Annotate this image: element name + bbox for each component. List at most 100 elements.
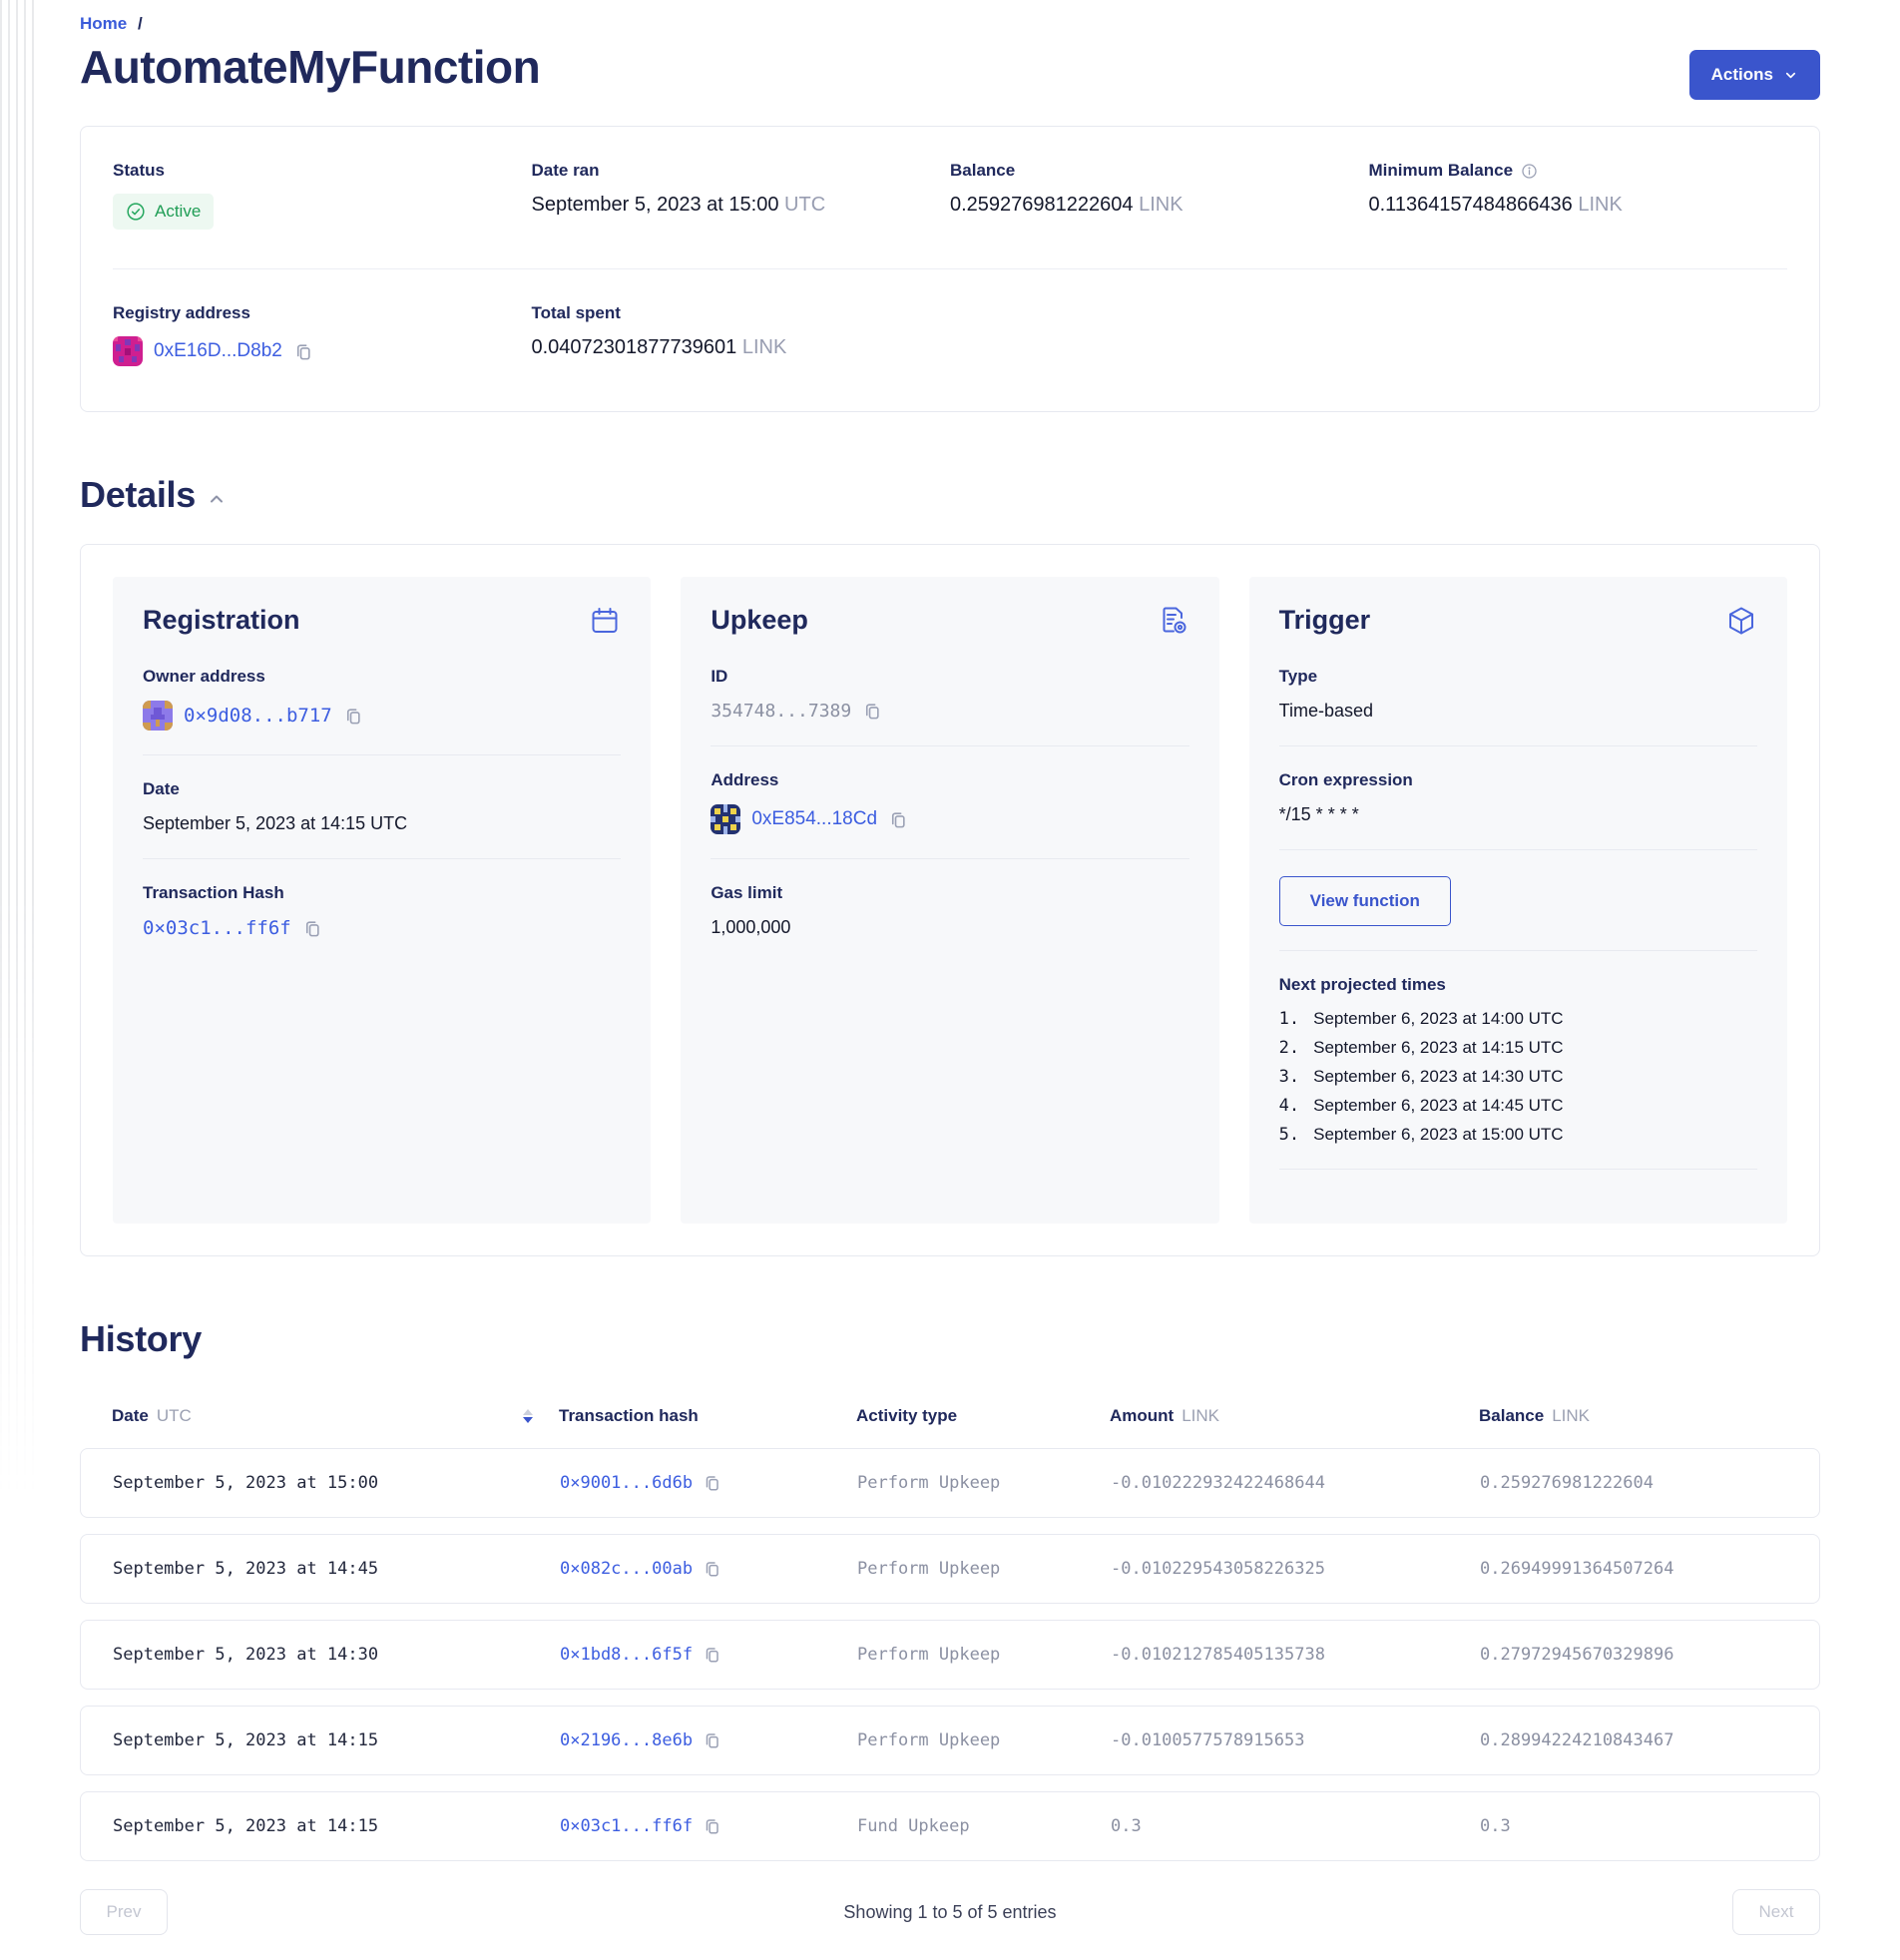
list-item-text: September 6, 2023 at 14:00 UTC: [1313, 1009, 1563, 1029]
list-item-number: 1.: [1279, 1009, 1299, 1029]
transaction-hash-link[interactable]: 0×03c1...ff6f: [143, 917, 291, 939]
row-amount: 0.3: [1111, 1816, 1480, 1836]
copy-icon[interactable]: [703, 1817, 720, 1835]
min-balance-field: Minimum Balance 0.11364157484866436 LINK: [1369, 161, 1788, 239]
history-table-header: Date UTC Transaction hash Activity type …: [80, 1406, 1820, 1426]
next-times-label: Next projected times: [1279, 975, 1757, 995]
row-balance: 0.259276981222604: [1480, 1473, 1787, 1493]
row-hash-link[interactable]: 0×03c1...ff6f: [560, 1816, 693, 1836]
details-container: Registration Owner address 0×9d08...b717: [80, 544, 1820, 1256]
registry-address-link[interactable]: 0xE16D...D8b2: [154, 340, 282, 362]
min-balance-suffix: LINK: [1578, 194, 1622, 216]
breadcrumb-home-link[interactable]: Home: [80, 14, 127, 33]
cron-label: Cron expression: [1279, 770, 1757, 790]
min-balance-value: 0.11364157484866436 LINK: [1369, 194, 1788, 217]
row-hash-link[interactable]: 0×082c...00ab: [560, 1559, 693, 1579]
details-heading: Details: [80, 474, 196, 516]
list-item: 1. September 6, 2023 at 14:00 UTC: [1279, 1009, 1757, 1029]
row-balance: 0.27972945670329896: [1480, 1645, 1787, 1665]
copy-icon[interactable]: [703, 1560, 720, 1578]
table-row: September 5, 2023 at 15:00 0×9001...6d6b…: [80, 1448, 1820, 1518]
trigger-type-group: Type Time-based: [1279, 667, 1757, 722]
table-row: September 5, 2023 at 14:45 0×082c...00ab…: [80, 1534, 1820, 1604]
row-date: September 5, 2023 at 14:30: [113, 1645, 560, 1665]
list-item-number: 5.: [1279, 1125, 1299, 1145]
copy-icon[interactable]: [888, 810, 907, 829]
owner-address-link[interactable]: 0×9d08...b717: [184, 705, 332, 727]
date-ran-value: September 5, 2023 at 15:00 UTC: [532, 194, 951, 217]
details-section-head: Details: [80, 474, 1820, 516]
status-label: Status: [113, 161, 532, 181]
col-amount-label: Amount: [1110, 1406, 1174, 1426]
main-content: Home / AutomateMyFunction Actions Status…: [0, 0, 1900, 1959]
row-balance: 0.3: [1480, 1816, 1787, 1836]
prev-button[interactable]: Prev: [80, 1889, 168, 1935]
row-date: September 5, 2023 at 14:15: [113, 1730, 560, 1750]
registration-date-label: Date: [143, 779, 621, 799]
copy-icon[interactable]: [703, 1474, 720, 1492]
list-item-text: September 6, 2023 at 14:30 UTC: [1313, 1067, 1563, 1087]
view-function-button[interactable]: View function: [1279, 876, 1451, 926]
col-date: Date UTC: [112, 1406, 559, 1426]
next-button[interactable]: Next: [1732, 1889, 1820, 1935]
gas-limit-label: Gas limit: [711, 883, 1188, 903]
upkeep-id-value: 354748...7389: [711, 701, 851, 722]
breadcrumb: Home /: [80, 14, 1820, 34]
cron-value: */15 * * * *: [1279, 804, 1757, 825]
date-ran-suffix: UTC: [784, 194, 825, 216]
registration-date-group: Date September 5, 2023 at 14:15 UTC: [143, 779, 621, 834]
col-amount: Amount LINK: [1110, 1406, 1479, 1426]
cube-icon: [1725, 605, 1757, 637]
upkeep-address-group: Address 0xE854...18Cd: [711, 770, 1188, 834]
chevron-up-icon[interactable]: [210, 494, 224, 504]
upkeep-address-link[interactable]: 0xE854...18Cd: [751, 808, 877, 830]
sort-icon[interactable]: [523, 1409, 533, 1423]
actions-button[interactable]: Actions: [1689, 50, 1820, 100]
chevron-down-icon: [1783, 68, 1798, 83]
list-item-text: September 6, 2023 at 15:00 UTC: [1313, 1125, 1563, 1145]
gas-limit-group: Gas limit 1,000,000: [711, 883, 1188, 938]
list-item: 3.September 6, 2023 at 14:30 UTC: [1279, 1067, 1757, 1087]
row-balance: 0.28994224210843467: [1480, 1730, 1787, 1750]
copy-icon[interactable]: [862, 702, 881, 721]
row-hash-cell: 0×03c1...ff6f: [560, 1816, 857, 1836]
row-hash-cell: 0×2196...8e6b: [560, 1730, 857, 1750]
row-activity: Perform Upkeep: [857, 1645, 1111, 1665]
details-cards: Registration Owner address 0×9d08...b717: [113, 577, 1787, 1224]
history-heading: History: [80, 1318, 1820, 1360]
table-row: September 5, 2023 at 14:30 0×1bd8...6f5f…: [80, 1620, 1820, 1690]
upkeep-id-group: ID 354748...7389: [711, 667, 1188, 722]
list-item-text: September 6, 2023 at 14:15 UTC: [1313, 1038, 1563, 1058]
balance-value: 0.259276981222604 LINK: [950, 194, 1369, 217]
list-item-number: 2.: [1279, 1038, 1299, 1058]
row-hash-link[interactable]: 0×9001...6d6b: [560, 1473, 693, 1493]
copy-icon[interactable]: [302, 919, 321, 938]
min-balance-label-text: Minimum Balance: [1369, 161, 1514, 181]
list-item-text: September 6, 2023 at 14:45 UTC: [1313, 1096, 1563, 1116]
row-balance: 0.26949991364507264: [1480, 1559, 1787, 1579]
document-gear-icon: [1158, 605, 1189, 637]
balance-text: 0.259276981222604: [950, 194, 1134, 216]
copy-icon[interactable]: [703, 1731, 720, 1749]
summary-card: Status Active Date ran September 5, 2023…: [80, 126, 1820, 412]
col-balance-suffix: LINK: [1552, 1406, 1590, 1426]
col-date-label: Date: [112, 1406, 149, 1426]
copy-icon[interactable]: [703, 1646, 720, 1664]
registration-card: Registration Owner address 0×9d08...b717: [113, 577, 651, 1224]
row-hash-link[interactable]: 0×2196...8e6b: [560, 1730, 693, 1750]
pagination: Prev Showing 1 to 5 of 5 entries Next: [80, 1889, 1820, 1935]
col-transaction-hash: Transaction hash: [559, 1406, 856, 1426]
copy-icon[interactable]: [293, 342, 312, 361]
row-activity: Fund Upkeep: [857, 1816, 1111, 1836]
owner-address-label: Owner address: [143, 667, 621, 687]
row-activity: Perform Upkeep: [857, 1559, 1111, 1579]
row-activity: Perform Upkeep: [857, 1473, 1111, 1493]
list-item: 5. September 6, 2023 at 15:00 UTC: [1279, 1125, 1757, 1145]
balance-suffix: LINK: [1139, 194, 1183, 216]
row-hash-link[interactable]: 0×1bd8...6f5f: [560, 1645, 693, 1665]
summary-row-2: Registry address 0xE16D...D8b2 Total spe…: [81, 269, 1819, 411]
registry-field: Registry address 0xE16D...D8b2: [113, 303, 532, 381]
copy-icon[interactable]: [343, 707, 362, 726]
info-icon[interactable]: [1521, 163, 1538, 180]
transaction-hash-group: Transaction Hash 0×03c1...ff6f: [143, 883, 621, 939]
